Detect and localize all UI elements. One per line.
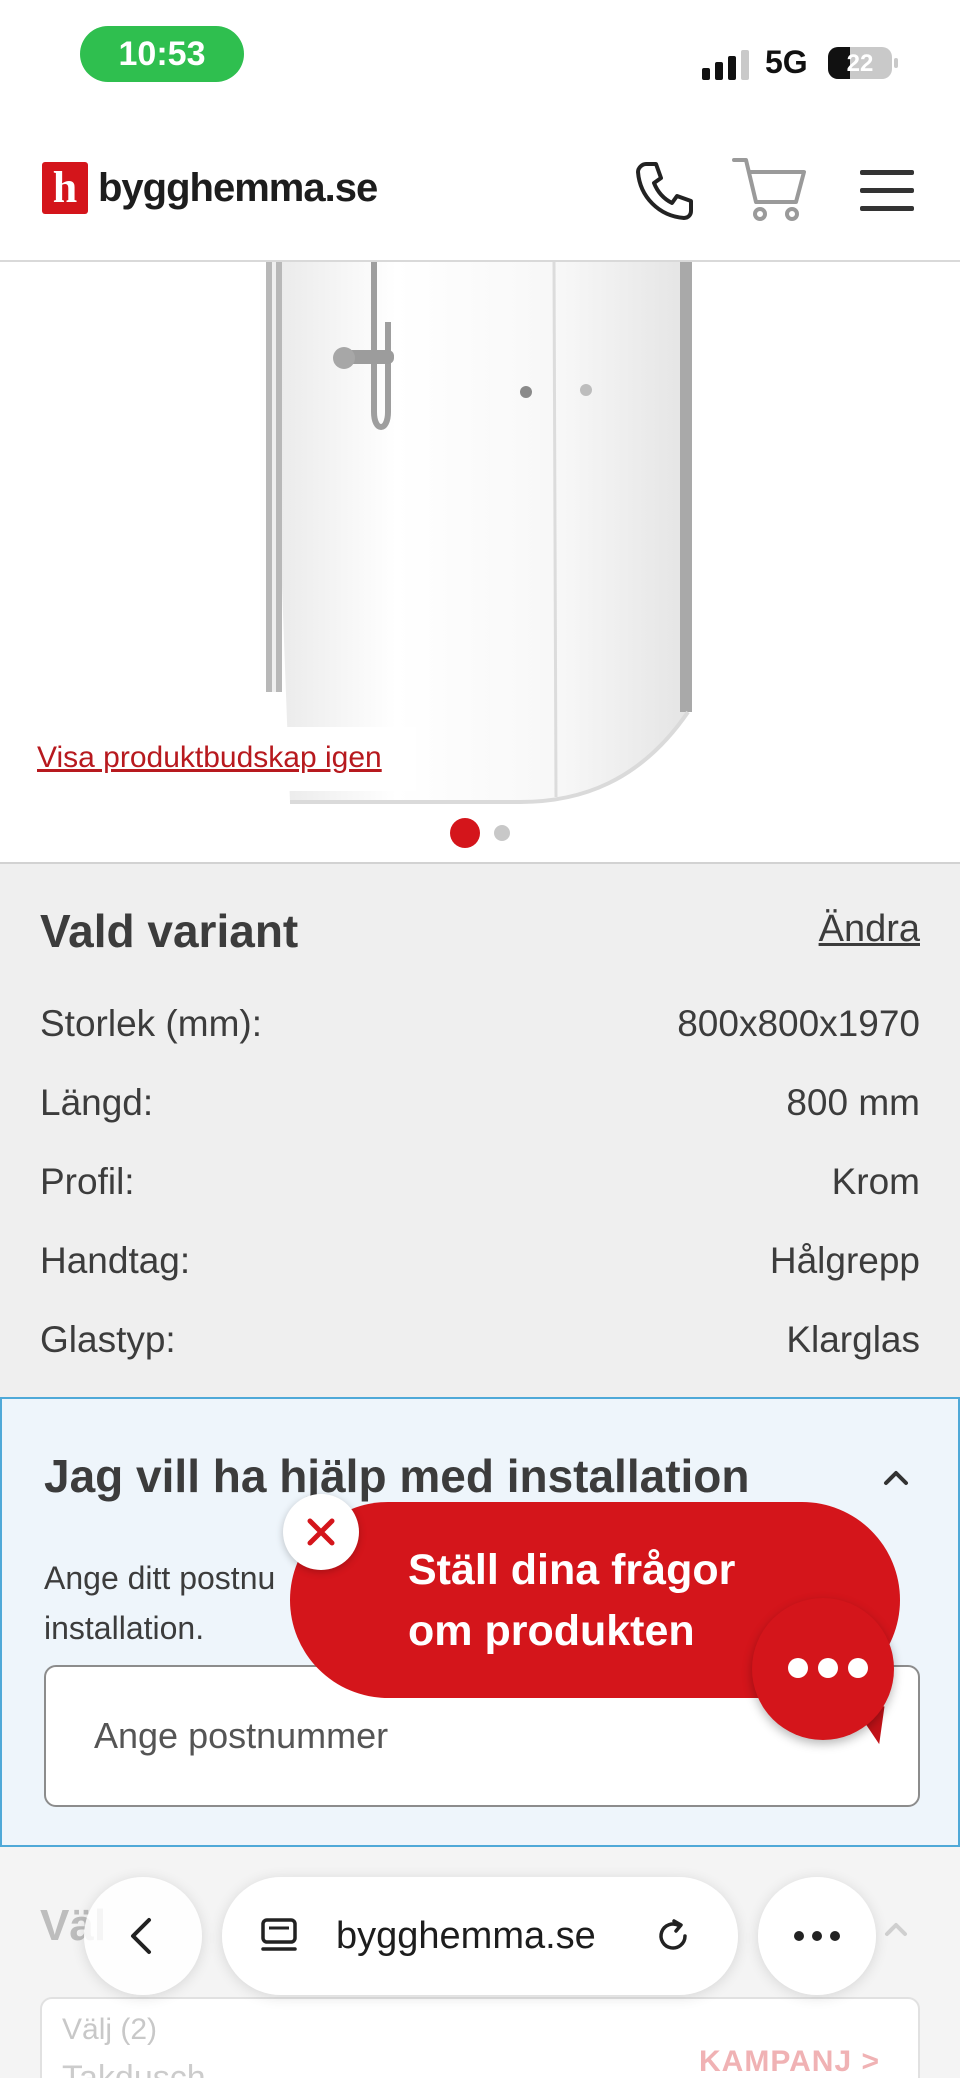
cart-icon[interactable] [730,150,810,230]
selected-variant-section: Vald variant Ändra Storlek (mm): 800x800… [0,862,960,1397]
browser-back-button[interactable] [84,1877,202,1995]
installation-title[interactable]: Jag vill ha hjälp med installation [44,1449,750,1503]
reload-icon[interactable] [652,1915,694,1957]
chevron-up-icon[interactable] [878,1459,914,1495]
chevron-up-icon[interactable] [880,1913,912,1945]
carousel-dots [0,818,960,848]
logo-text[interactable]: bygghemma.se [98,166,378,211]
page: 10:53 5G 22 h bygghemma.se Visa produktb… [0,0,960,2078]
chevron-left-icon [131,1918,151,1954]
carousel-dot-2[interactable] [494,825,510,841]
chat-open-button[interactable] [752,1598,894,1740]
phone-icon[interactable] [624,150,704,230]
spec-row: Profil: Krom [40,1152,920,1212]
signal-strength-icon [702,50,749,80]
installation-description: Ange ditt postnu installation. [44,1560,276,1646]
chat-close-button[interactable] [283,1494,359,1570]
show-product-messages-link[interactable]: Visa produktbudskap igen [22,727,416,791]
page-menu-icon[interactable] [258,1915,300,1957]
carousel-dot-1[interactable] [450,818,480,848]
campaign-badge[interactable]: KAMPANJ > [699,2045,880,2078]
network-type: 5G [765,44,808,80]
browser-url: bygghemma.se [336,1915,596,1957]
spec-label: Handtag: [40,1240,191,1281]
spec-label: Storlek (mm): [40,1003,262,1044]
accessory-select-value: Takdusch [62,2059,206,2078]
spec-value: Krom [831,1161,920,1202]
spec-value: 800 mm [786,1082,920,1123]
status-time: 10:53 [80,26,244,82]
more-dots-icon [794,1931,840,1941]
battery-tip [894,58,898,68]
spec-value: Hålgrepp [769,1240,920,1281]
status-bar: 10:53 5G 22 [0,0,960,120]
spec-value: Klarglas [786,1319,920,1360]
spec-label: Glastyp: [40,1319,176,1360]
change-variant-link[interactable]: Ändra [819,908,920,951]
browser-address-bar[interactable]: bygghemma.se [222,1877,738,1995]
spec-row: Handtag: Hålgrepp [40,1231,920,1291]
variant-title: Vald variant [40,905,299,957]
spec-value: 800x800x1970 [677,1003,920,1044]
browser-more-button[interactable] [758,1877,876,1995]
spec-row: Glastyp: Klarglas [40,1310,920,1370]
site-header: h bygghemma.se [0,120,960,262]
chat-cta-text: Ställ dina frågor om produkten [408,1546,736,1655]
menu-icon[interactable] [846,150,926,230]
battery-icon: 22 [828,47,892,79]
spec-label: Längd: [40,1082,154,1123]
close-icon [307,1518,335,1546]
spec-row: Längd: 800 mm [40,1073,920,1133]
spec-label: Profil: [40,1161,135,1202]
accessory-select[interactable]: Välj (2) Takdusch KAMPANJ > [40,1997,920,2078]
logo-icon[interactable]: h [42,162,88,214]
accessory-select-label: Välj (2) [62,2013,158,2046]
spec-row: Storlek (mm): 800x800x1970 [40,994,920,1054]
battery-level: 22 [846,50,874,77]
more-dots-icon [788,1658,868,1678]
